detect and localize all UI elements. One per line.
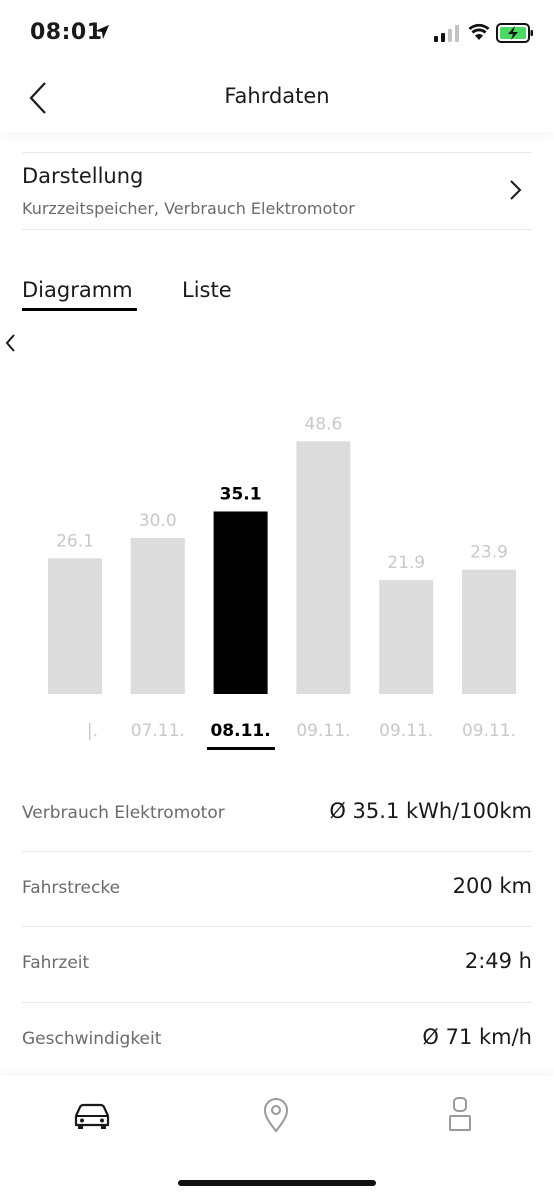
chart-bar[interactable]	[462, 569, 516, 694]
stat-value: 2:49 h	[464, 949, 532, 973]
chart-bar[interactable]	[213, 511, 268, 694]
nav-bar: Fahrdaten	[0, 66, 554, 132]
darstellung-row[interactable]: Darstellung Kurzzeitspeicher, Verbrauch …	[0, 153, 554, 229]
chart-date-label[interactable]: 09.11.	[379, 721, 433, 741]
location-pin-icon[interactable]	[254, 1094, 298, 1134]
user-icon[interactable]	[438, 1094, 482, 1134]
stat-value: Ø 71 km/h	[422, 1025, 532, 1049]
car-icon[interactable]	[70, 1094, 114, 1134]
chevron-left-icon[interactable]	[0, 330, 20, 356]
signal-icon	[434, 25, 459, 42]
stat-label: Fahrstrecke	[22, 878, 121, 898]
stat-label: Geschwindigkeit	[22, 1029, 162, 1049]
divider	[22, 229, 532, 230]
stat-row-fahrstrecke: Fahrstrecke 200 km	[0, 852, 554, 927]
location-arrow-icon	[95, 25, 109, 39]
chevron-right-icon	[510, 180, 522, 200]
darstellung-title: Darstellung	[22, 164, 144, 188]
stat-row-verbrauch: Verbrauch Elektromotor Ø 35.1 kWh/100km	[0, 777, 554, 852]
stat-value: 200 km	[452, 874, 532, 898]
chart-date-label[interactable]: 09.11.	[462, 721, 516, 741]
chart-date-label[interactable]: 07.11.	[131, 721, 185, 741]
battery-charging-icon	[496, 23, 533, 43]
wifi-icon	[468, 23, 490, 40]
home-indicator	[178, 1180, 376, 1186]
chart-bar[interactable]	[296, 441, 351, 694]
stat-row-fahrzeit: Fahrzeit 2:49 h	[0, 927, 554, 1002]
chart-value-label: 21.9	[387, 553, 425, 573]
chart-value-label: 35.1	[220, 484, 262, 504]
tab-liste[interactable]: Liste	[182, 278, 232, 314]
stat-value: Ø 35.1 kWh/100km	[329, 799, 532, 823]
consumption-chart: 26.1 |. 30.0 07.11. 35.1 08.11. 48.6 09.11. 21.9…	[0, 330, 554, 770]
chart-date-label[interactable]: 09.11.	[296, 721, 350, 741]
chart-bar[interactable]	[130, 538, 185, 694]
selected-date-indicator	[207, 747, 275, 750]
chart-value-label: 23.9	[470, 543, 508, 563]
stat-row-geschwindigkeit: Geschwindigkeit Ø 71 km/h	[0, 1003, 554, 1078]
stat-label: Fahrzeit	[22, 953, 90, 973]
stat-label: Verbrauch Elektromotor	[22, 803, 225, 823]
status-bar: 08:01	[0, 0, 554, 66]
chart-value-label: 30.0	[139, 511, 177, 531]
darstellung-subtitle: Kurzzeitspeicher, Verbrauch Elektromotor	[22, 199, 355, 218]
page-title: Fahrdaten	[224, 84, 330, 108]
chart-bar[interactable]	[48, 558, 102, 694]
chart-date-label[interactable]: 08.11.	[210, 721, 270, 741]
active-tab-indicator	[22, 308, 137, 311]
chart-value-label: 48.6	[304, 414, 342, 434]
chart-date-label[interactable]: |.	[87, 721, 98, 741]
bar-chart-svg: 26.1 |. 30.0 07.11. 35.1 08.11. 48.6 09.11. 21.9…	[48, 414, 516, 741]
chart-value-label: 26.1	[56, 531, 94, 551]
chart-bar[interactable]	[379, 580, 434, 694]
status-time: 08:01	[30, 20, 103, 45]
